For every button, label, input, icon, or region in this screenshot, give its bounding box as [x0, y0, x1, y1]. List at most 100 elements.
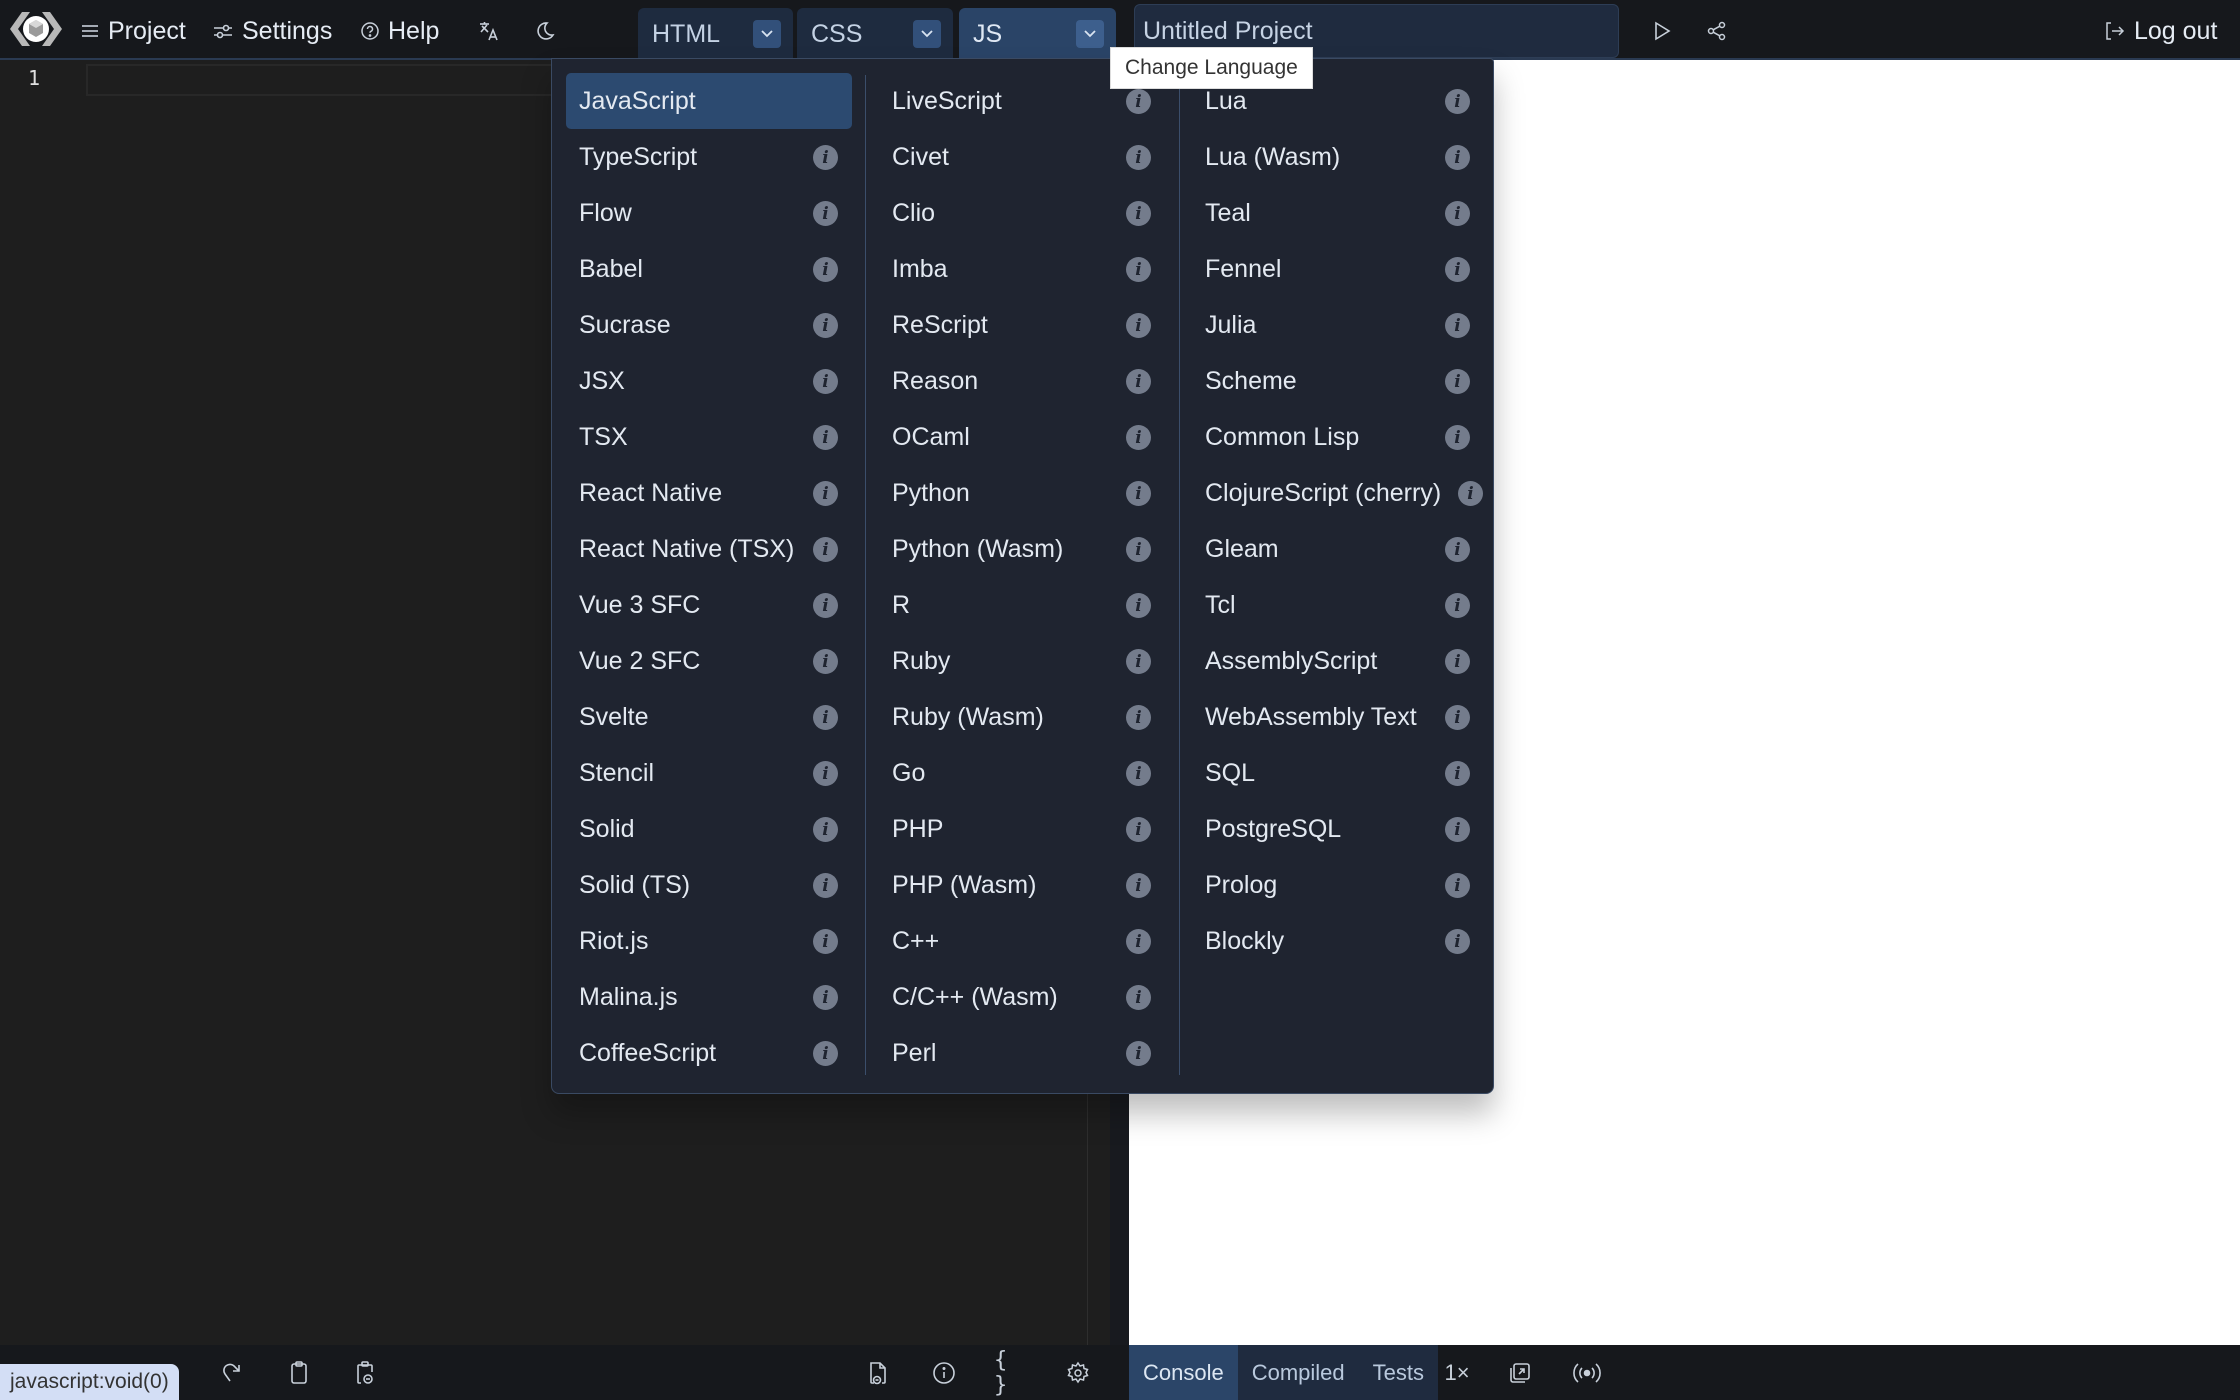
- language-item[interactable]: Go i: [879, 745, 1165, 801]
- info-icon[interactable]: i: [1458, 481, 1483, 506]
- info-icon[interactable]: i: [813, 537, 838, 562]
- language-item[interactable]: Prolog i: [1192, 857, 1492, 913]
- editor-tab-html[interactable]: HTML: [638, 8, 793, 60]
- language-item[interactable]: Gleam i: [1192, 521, 1492, 577]
- project-menu-button[interactable]: Project: [80, 12, 186, 50]
- info-icon[interactable]: i: [1126, 1041, 1151, 1066]
- language-item[interactable]: Vue 2 SFC i: [566, 633, 852, 689]
- language-item[interactable]: ClojureScript (cherry) i: [1192, 465, 1492, 521]
- language-item[interactable]: PostgreSQL i: [1192, 801, 1492, 857]
- language-item[interactable]: Solid (TS) i: [566, 857, 852, 913]
- language-item[interactable]: Stencil i: [566, 745, 852, 801]
- info-icon[interactable]: i: [1126, 537, 1151, 562]
- info-icon[interactable]: i: [1445, 89, 1470, 114]
- info-icon[interactable]: i: [1126, 593, 1151, 618]
- info-icon[interactable]: i: [813, 1041, 838, 1066]
- editor-settings-button[interactable]: [1061, 1356, 1095, 1390]
- language-item[interactable]: TypeScript i: [566, 129, 852, 185]
- language-item[interactable]: Flow i: [566, 185, 852, 241]
- info-icon[interactable]: i: [813, 425, 838, 450]
- info-icon[interactable]: i: [813, 369, 838, 394]
- language-item[interactable]: ReScript i: [879, 297, 1165, 353]
- broadcast-button[interactable]: [1570, 1356, 1604, 1390]
- language-item[interactable]: Common Lisp i: [1192, 409, 1492, 465]
- info-icon[interactable]: i: [1126, 201, 1151, 226]
- info-icon[interactable]: i: [1445, 145, 1470, 170]
- tab-compiled[interactable]: Compiled: [1238, 1345, 1359, 1400]
- language-item[interactable]: Clio i: [879, 185, 1165, 241]
- language-item[interactable]: Julia i: [1192, 297, 1492, 353]
- redo-button[interactable]: [216, 1356, 250, 1390]
- info-icon[interactable]: i: [1445, 761, 1470, 786]
- logout-button[interactable]: Log out: [2104, 12, 2217, 50]
- language-item[interactable]: Solid i: [566, 801, 852, 857]
- js-language-menu-button[interactable]: [1076, 20, 1104, 48]
- language-item[interactable]: Scheme i: [1192, 353, 1492, 409]
- tab-tests[interactable]: Tests: [1359, 1345, 1438, 1400]
- info-icon[interactable]: i: [1126, 929, 1151, 954]
- info-icon[interactable]: i: [1126, 425, 1151, 450]
- info-icon[interactable]: i: [813, 145, 838, 170]
- info-icon[interactable]: i: [1126, 705, 1151, 730]
- help-menu-button[interactable]: Help: [360, 12, 439, 50]
- info-icon[interactable]: i: [813, 985, 838, 1010]
- language-item[interactable]: Reason i: [879, 353, 1165, 409]
- info-icon[interactable]: i: [813, 257, 838, 282]
- language-item[interactable]: SQL i: [1192, 745, 1492, 801]
- language-item[interactable]: Babel i: [566, 241, 852, 297]
- info-icon[interactable]: i: [1445, 537, 1470, 562]
- language-item[interactable]: PHP (Wasm) i: [879, 857, 1165, 913]
- project-info-button[interactable]: [927, 1356, 961, 1390]
- info-icon[interactable]: i: [1445, 313, 1470, 338]
- language-item[interactable]: WebAssembly Text i: [1192, 689, 1492, 745]
- copy-button[interactable]: [282, 1356, 316, 1390]
- copy-as-url-button[interactable]: [348, 1356, 382, 1390]
- info-icon[interactable]: i: [813, 593, 838, 618]
- theme-toggle-button[interactable]: [528, 14, 562, 48]
- info-icon[interactable]: i: [1126, 985, 1151, 1010]
- info-icon[interactable]: i: [813, 873, 838, 898]
- i18n-button[interactable]: [472, 14, 506, 48]
- language-item[interactable]: CoffeeScript i: [566, 1025, 852, 1081]
- language-item[interactable]: OCaml i: [879, 409, 1165, 465]
- info-icon[interactable]: i: [1445, 425, 1470, 450]
- html-language-menu-button[interactable]: [753, 20, 781, 48]
- info-icon[interactable]: i: [1126, 145, 1151, 170]
- language-item[interactable]: TSX i: [566, 409, 852, 465]
- editor-tab-js[interactable]: JS: [959, 8, 1116, 60]
- language-item[interactable]: React Native (TSX) i: [566, 521, 852, 577]
- language-item[interactable]: Tcl i: [1192, 577, 1492, 633]
- tab-console[interactable]: Console: [1129, 1345, 1238, 1400]
- language-item[interactable]: Blockly i: [1192, 913, 1492, 969]
- language-item[interactable]: Ri: [879, 577, 1165, 633]
- language-item[interactable]: Riot.js i: [566, 913, 852, 969]
- info-icon[interactable]: i: [1445, 593, 1470, 618]
- language-item[interactable]: Ruby i: [879, 633, 1165, 689]
- run-button[interactable]: [1645, 14, 1679, 48]
- info-icon[interactable]: i: [1126, 649, 1151, 674]
- language-item[interactable]: Perl i: [879, 1025, 1165, 1081]
- info-icon[interactable]: i: [813, 201, 838, 226]
- info-icon[interactable]: i: [1126, 873, 1151, 898]
- info-icon[interactable]: i: [1445, 929, 1470, 954]
- info-icon[interactable]: i: [813, 929, 838, 954]
- language-item[interactable]: Python i: [879, 465, 1165, 521]
- info-icon[interactable]: i: [1126, 369, 1151, 394]
- open-in-new-window-button[interactable]: [1503, 1356, 1537, 1390]
- language-item[interactable]: C/C++ (Wasm) i: [879, 969, 1165, 1025]
- info-icon[interactable]: i: [1445, 817, 1470, 842]
- info-icon[interactable]: i: [1445, 873, 1470, 898]
- language-item[interactable]: C++ i: [879, 913, 1165, 969]
- info-icon[interactable]: i: [813, 481, 838, 506]
- language-item[interactable]: Sucrase i: [566, 297, 852, 353]
- info-icon[interactable]: i: [1126, 257, 1151, 282]
- info-icon[interactable]: i: [1126, 89, 1151, 114]
- info-icon[interactable]: i: [1445, 705, 1470, 730]
- info-icon[interactable]: i: [813, 705, 838, 730]
- language-item[interactable]: Lua (Wasm) i: [1192, 129, 1492, 185]
- info-icon[interactable]: i: [813, 761, 838, 786]
- zoom-button[interactable]: 1×: [1437, 1356, 1477, 1390]
- info-icon[interactable]: i: [1445, 649, 1470, 674]
- info-icon[interactable]: i: [1445, 369, 1470, 394]
- language-item[interactable]: Ruby (Wasm) i: [879, 689, 1165, 745]
